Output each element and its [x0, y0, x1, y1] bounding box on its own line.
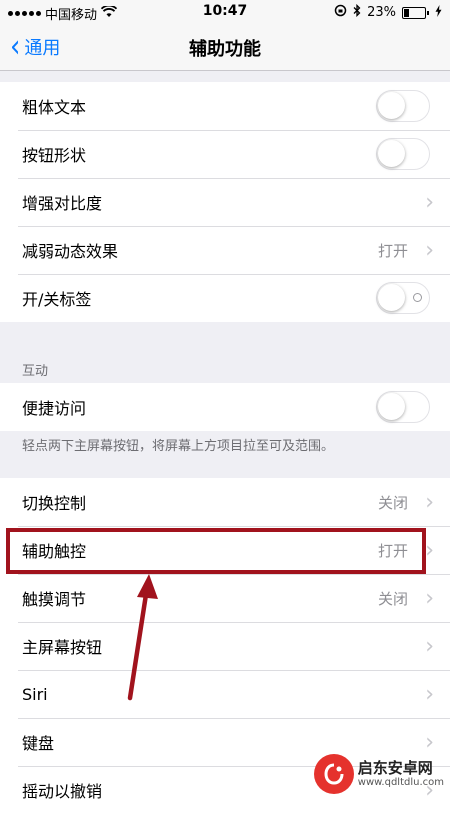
- row-label: 按钮形状: [22, 146, 87, 165]
- reduce-motion-row[interactable]: 减弱动态效果 打开 ›: [0, 226, 450, 274]
- reachability-footer-note: 轻点两下主屏幕按钮，将屏幕上方项目拉至可及范围。: [22, 439, 335, 454]
- interaction-group: 便捷访问: [0, 383, 450, 431]
- status-right: 23%: [334, 3, 442, 21]
- chevron-right-icon: ›: [425, 730, 434, 755]
- touch-accommodations-row[interactable]: 触摸调节 关闭 ›: [0, 574, 450, 622]
- row-label: 减弱动态效果: [22, 242, 119, 261]
- chevron-right-icon: ›: [425, 586, 434, 611]
- row-label: 便捷访问: [22, 399, 87, 418]
- row-value: 关闭: [377, 494, 408, 512]
- section-header-interaction: 互动: [22, 364, 49, 379]
- row-label: 开/关标签: [22, 290, 92, 309]
- on-off-labels-row: 开/关标签: [0, 274, 450, 322]
- increase-contrast-row[interactable]: 增强对比度 ›: [0, 178, 450, 226]
- on-off-labels-toggle[interactable]: [376, 282, 430, 314]
- home-button-row[interactable]: 主屏幕按钮 ›: [0, 622, 450, 670]
- row-label: 增强对比度: [22, 194, 103, 213]
- row-label: 主屏幕按钮: [22, 638, 103, 657]
- chevron-right-icon: ›: [425, 490, 434, 515]
- bold-text-row: 粗体文本: [0, 82, 450, 130]
- chevron-right-icon: ›: [425, 190, 434, 215]
- display-settings-group: 粗体文本 按钮形状 增强对比度 › 减弱动态效果 打开 › 开/关标签: [0, 82, 450, 322]
- row-value: 关闭: [377, 590, 408, 608]
- highlight-box: [6, 528, 426, 574]
- row-value: 打开: [377, 242, 408, 260]
- row-label: 摇动以撤销: [22, 782, 103, 801]
- chevron-right-icon: ›: [425, 238, 434, 263]
- watermark-title: 启东安卓网: [357, 759, 433, 778]
- row-label: 粗体文本: [22, 98, 87, 117]
- chevron-right-icon: ›: [425, 538, 434, 563]
- navigation-bar: ‹ 通用 辅助功能: [0, 24, 450, 71]
- chevron-right-icon: ›: [425, 634, 434, 659]
- chevron-right-icon: ›: [425, 682, 434, 707]
- reachability-row: 便捷访问: [0, 383, 450, 431]
- siri-row[interactable]: Siri ›: [0, 670, 450, 718]
- row-label: 键盘: [22, 734, 55, 753]
- orientation-lock-icon: [334, 4, 347, 21]
- button-shapes-toggle[interactable]: [376, 138, 430, 170]
- row-label: Siri: [22, 684, 48, 704]
- charging-icon: [435, 4, 442, 21]
- row-label: 切换控制: [22, 494, 87, 513]
- page-title: 辅助功能: [189, 39, 261, 60]
- reachability-toggle[interactable]: [376, 391, 430, 423]
- row-label: 触摸调节: [22, 590, 87, 609]
- button-shapes-row: 按钮形状: [0, 130, 450, 178]
- bold-text-toggle[interactable]: [376, 90, 430, 122]
- status-bar: 中国移动 10:47 23%: [0, 0, 450, 24]
- watermark-logo-icon: [313, 754, 354, 794]
- switch-control-row[interactable]: 切换控制 关闭 ›: [0, 478, 450, 526]
- battery-percent: 23%: [367, 5, 396, 20]
- off-label-icon: [413, 293, 422, 302]
- bluetooth-icon: [353, 3, 361, 21]
- battery-icon: [402, 6, 429, 19]
- watermark: 启东安卓网 www.qdltdlu.com: [313, 754, 444, 794]
- watermark-url: www.qdltdlu.com: [357, 776, 444, 788]
